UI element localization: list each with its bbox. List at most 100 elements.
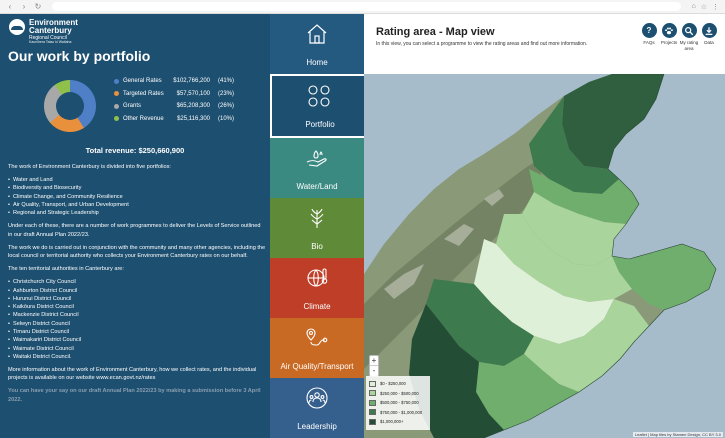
legend-swatch [369, 399, 376, 406]
star-icon[interactable]: ☆ [701, 3, 707, 11]
legend-label: $500,000 - $750,000 [380, 400, 419, 406]
zoom-in-button[interactable]: + [370, 356, 378, 366]
authorities-intro: The ten territorial authorities in Cante… [8, 266, 124, 273]
button-label: FAQs [643, 40, 655, 45]
list-item: Kaikōura District Council [8, 303, 266, 311]
legend-dot [114, 103, 119, 109]
forward-icon[interactable]: › [20, 2, 28, 11]
logo-mark-icon [9, 19, 25, 35]
legend-amount: $25,116,300 [177, 115, 210, 122]
list-item: Selwyn District Council [8, 320, 266, 328]
revenue-legend: General Rates $102,766,200 (41%) Targete… [114, 75, 264, 125]
faqs-button[interactable]: ? FAQs [638, 23, 660, 46]
nav-label: Leadership [297, 422, 337, 431]
list-item: Timaru District Council [8, 328, 266, 336]
nav-bio[interactable]: Bio [270, 198, 364, 258]
nav-climate[interactable]: Climate [270, 258, 364, 318]
water-hand-icon [306, 150, 327, 167]
legend-row: Grants $65,208,300 (26%) [114, 100, 264, 113]
legend-amount: $57,570,100 [176, 90, 210, 97]
browser-toolbar: ‹ › ↻ ⌂ ☆ ⋮ [0, 0, 725, 14]
legend-percent: (23%) [217, 90, 234, 97]
submission-cta: You can have your say on our draft Annua… [8, 388, 261, 403]
map-description: In this view, you can select a programme… [376, 41, 588, 47]
rating-area-north[interactable] [562, 74, 664, 169]
list-item: Waimakariri District Council [8, 336, 266, 344]
legend-label: $1,000,000+ [380, 419, 404, 425]
reload-icon[interactable]: ↻ [34, 2, 42, 11]
rating-area-map[interactable]: + - $0 - $250,000 $250,000 - $500,000 $5… [364, 74, 725, 438]
my-rating-area-button[interactable]: My rating area [678, 23, 700, 51]
partners-text: The work we do is carried out in conjunc… [8, 244, 266, 260]
nav-water-land[interactable]: Water/Land [270, 138, 364, 198]
legend-percent: (10%) [217, 115, 234, 122]
logo-line-2: Canterbury [29, 26, 72, 35]
legend-label: $250,000 - $500,000 [380, 390, 419, 396]
more-info-text: More information about the work of Envir… [8, 367, 257, 382]
list-item: Regional and Strategic Leadership [8, 209, 266, 217]
nav-label: Climate [303, 302, 331, 311]
data-button[interactable]: Data [698, 23, 720, 46]
portfolio-panel: Environment Canterbury Regional Council … [0, 14, 270, 438]
nav-label: Bio [311, 242, 323, 251]
map-legend-row: $500,000 - $750,000 [369, 398, 427, 408]
list-item: Biodiversity and Biosecurity [8, 184, 266, 192]
button-label: My rating area [679, 40, 699, 51]
legend-row: General Rates $102,766,200 (41%) [114, 75, 264, 88]
route-icon [306, 328, 328, 346]
legend-name: General Rates [123, 78, 162, 85]
map-header: Rating area - Map view In this view, you… [364, 14, 725, 74]
button-label: Projects [660, 40, 678, 45]
map-legend-row: $750,000 - $1,000,000 [369, 408, 427, 418]
menu-icon[interactable]: ⋮ [712, 3, 719, 11]
page-title: Our work by portfolio [8, 48, 151, 64]
list-item: Christchurch City Council [8, 278, 266, 286]
intro-text: The work of Environment Canterbury is di… [8, 164, 171, 170]
ecan-logo[interactable]: Environment Canterbury Regional Council … [9, 19, 78, 45]
button-label: Data [704, 40, 714, 45]
list-item: Climate Change, and Community Resilience [8, 193, 266, 201]
house-icon [307, 24, 327, 44]
search-icon [681, 23, 697, 38]
nav-leadership[interactable]: Leadership [270, 378, 364, 438]
legend-swatch [369, 390, 376, 397]
list-item: Hurunui District Council [8, 295, 266, 303]
logo-line-4: Kaunihera Taiao ki Waitaha [29, 40, 72, 44]
globe-thermometer-icon [307, 268, 328, 287]
map-legend-row: $1,000,000+ [369, 417, 427, 427]
legend-name: Targeted Rates [123, 90, 164, 97]
list-item: Mackenzie District Council [8, 311, 266, 319]
legend-dot [114, 78, 119, 84]
zoom-control: + - [369, 355, 379, 377]
address-bar[interactable] [52, 2, 682, 11]
back-icon[interactable]: ‹ [6, 2, 14, 11]
nav-label: Air Quality/Transport [280, 362, 354, 371]
projects-button[interactable]: Projects [658, 23, 680, 46]
legend-percent: (41%) [217, 78, 234, 85]
nav-label: Home [306, 58, 328, 67]
portfolio-nav: Home Portfolio Water/Land Bio Climate Ai… [270, 14, 368, 438]
nav-portfolio[interactable]: Portfolio [272, 76, 368, 136]
nav-label: Portfolio [305, 120, 335, 129]
total-revenue: Total revenue: $250,660,900 [85, 146, 185, 155]
legend-amount: $102,766,200 [173, 78, 210, 85]
portfolio-description: The work of Environment Canterbury is di… [8, 163, 266, 409]
nav-home[interactable]: Home [270, 14, 364, 74]
legend-name: Other Revenue [123, 115, 164, 122]
authorities-list: Christchurch City Council Ashburton Dist… [8, 278, 266, 361]
question-icon: ? [641, 23, 657, 38]
list-item: Waimate District Council [8, 345, 266, 353]
legend-dot [114, 91, 119, 97]
circles-icon [308, 85, 330, 107]
legend-percent: (26%) [217, 103, 234, 110]
nav-air-quality-transport[interactable]: Air Quality/Transport [270, 318, 364, 378]
legend-row: Targeted Rates $57,570,100 (23%) [114, 88, 264, 101]
home-icon[interactable]: ⌂ [691, 3, 695, 11]
zoom-out-button[interactable]: - [370, 366, 378, 376]
map-title: Rating area - Map view [376, 26, 495, 38]
legend-swatch [369, 380, 376, 387]
map-attribution[interactable]: Leaflet | Map tiles by Stamen Design, CC… [632, 432, 723, 437]
download-icon [701, 23, 717, 38]
list-item: Water and Land [8, 176, 266, 184]
legend-swatch [369, 409, 376, 416]
